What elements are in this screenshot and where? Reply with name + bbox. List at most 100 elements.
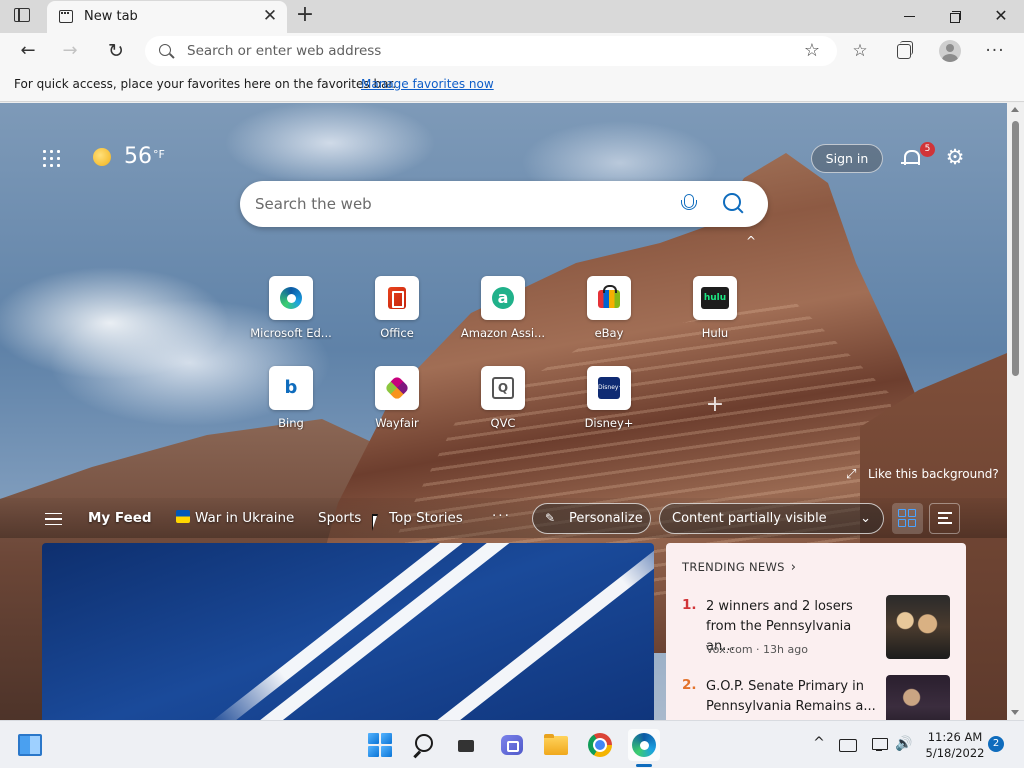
sunny-weather-icon[interactable] [93, 148, 111, 166]
web-search-box[interactable] [240, 181, 768, 227]
tab-top-stories[interactable]: Top Stories [389, 510, 463, 526]
quick-link-amazon-assistant[interactable]: a Amazon Assi... [458, 276, 548, 346]
keyboard-icon[interactable] [837, 735, 857, 753]
quick-link-disney-plus[interactable]: Disney+ Disney+ [564, 366, 654, 436]
show-hidden-icons-chevron-icon[interactable]: ^ [811, 735, 827, 751]
file-explorer-icon[interactable] [540, 729, 572, 761]
add-quick-link-icon[interactable]: + [703, 393, 727, 417]
search-submit-icon[interactable] [722, 192, 746, 216]
manage-favorites-link[interactable]: Manage favorites now [361, 77, 494, 91]
restore-button[interactable] [932, 0, 978, 32]
network-icon[interactable] [870, 735, 890, 753]
personalize-button[interactable]: ✎ Personalize [532, 503, 651, 534]
quick-link-tile [587, 276, 631, 320]
quick-link-label: Bing [278, 416, 304, 430]
quick-link-label: eBay [594, 326, 624, 340]
title-bar: New tab ✕ + ✕ [0, 0, 1024, 33]
new-tab-button[interactable]: + [292, 4, 318, 28]
trending-news-item[interactable]: 1. 2 winners and 2 losers from the Penns… [682, 595, 966, 677]
system-clock[interactable]: 11:26 AM 5/18/2022 [920, 729, 990, 761]
trending-news-item[interactable]: 2. G.O.P. Senate Primary in Pennsylvania… [682, 675, 966, 720]
sign-in-button[interactable]: Sign in [811, 144, 883, 173]
collections-icon[interactable] [890, 37, 918, 65]
scrollbar-thumb[interactable] [1012, 121, 1019, 376]
tab-label: War in Ukraine [195, 510, 295, 526]
tab-new-tab[interactable]: New tab ✕ [47, 1, 287, 33]
grid-layout-icon[interactable] [892, 503, 923, 534]
qvc-icon: Q [492, 377, 514, 399]
quick-link-microsoft-edge[interactable]: Microsoft Ed... [246, 276, 336, 346]
ebay-icon [598, 285, 620, 308]
page-scrollbar[interactable] [1007, 103, 1024, 720]
widgets-icon[interactable] [18, 734, 42, 756]
forward-button[interactable]: → [56, 37, 84, 65]
content-visibility-dropdown[interactable]: Content partially visible ⌄ [659, 503, 884, 534]
close-window-button[interactable]: ✕ [978, 0, 1024, 32]
trend-rank: 1. [682, 597, 697, 613]
navigation-bar: ← → ↻ ☆ ☆ ··· [0, 33, 1024, 69]
trending-news-card: TRENDING NEWS › 1. 2 winners and 2 losers… [666, 543, 966, 720]
quick-link-hulu[interactable]: hulu Hulu [670, 276, 760, 346]
menu-hamburger-icon[interactable] [45, 513, 62, 525]
edge-taskbar-icon[interactable] [628, 729, 660, 761]
task-view-icon[interactable] [452, 729, 484, 761]
quick-link-office[interactable]: Office [352, 276, 442, 346]
start-windows-icon[interactable] [364, 729, 396, 761]
quick-link-qvc[interactable]: Q QVC [458, 366, 548, 436]
tab-my-feed[interactable]: My Feed [88, 510, 152, 526]
new-tab-favicon-icon [59, 10, 73, 23]
more-tabs-button[interactable]: ··· [492, 508, 511, 524]
trending-news-heading[interactable]: TRENDING NEWS › [682, 560, 796, 575]
taskbar-search-icon[interactable] [408, 729, 440, 761]
personalize-label: Personalize [569, 511, 643, 526]
avatar [939, 40, 961, 62]
quick-link-bing[interactable]: b Bing [246, 366, 336, 436]
clock-time: 11:26 AM [927, 730, 983, 744]
edge-icon [280, 287, 302, 309]
app-launcher-icon[interactable] [43, 150, 61, 168]
quick-link-ebay[interactable]: eBay [564, 276, 654, 346]
favorites-icon[interactable]: ☆ [846, 37, 874, 65]
tab-close-icon[interactable]: ✕ [261, 7, 279, 25]
quick-link-wayfair[interactable]: Wayfair [352, 366, 442, 436]
list-layout-icon[interactable] [929, 503, 960, 534]
tab-sports[interactable]: Sports [318, 510, 361, 526]
minimize-button[interactable] [886, 0, 932, 32]
teams-chat-icon[interactable] [496, 729, 528, 761]
quick-link-label: Amazon Assi... [460, 326, 546, 340]
scroll-up-arrow-icon[interactable] [1011, 107, 1019, 112]
pencil-icon: ✎ [545, 511, 556, 525]
notifications-bell-icon[interactable] [900, 147, 922, 169]
expand-icon: ⤢ [846, 467, 857, 482]
chevron-right-icon: › [790, 560, 797, 575]
tab-actions-icon[interactable] [14, 8, 30, 22]
notification-center-badge[interactable]: 2 [988, 736, 1004, 752]
new-tab-page: 56 °F Sign in 5 ⚙ ^ Microsoft Ed... Offi… [0, 103, 1007, 720]
address-input[interactable] [187, 36, 747, 66]
scroll-down-arrow-icon[interactable] [1011, 710, 1019, 715]
web-search-input[interactable] [255, 181, 655, 227]
quick-link-label: Hulu [701, 326, 729, 340]
quick-link-tile [375, 366, 419, 410]
add-favorite-icon[interactable]: ☆ [801, 40, 823, 62]
like-background-button[interactable]: ⤢ Like this background? [846, 467, 999, 482]
wayfair-icon [384, 375, 410, 401]
weather-temperature[interactable]: 56 [124, 144, 152, 169]
profile-button[interactable] [936, 37, 964, 65]
weather-unit: °F [153, 148, 165, 161]
chrome-icon[interactable] [584, 729, 616, 761]
page-settings-gear-icon[interactable]: ⚙ [944, 146, 966, 168]
volume-icon[interactable]: 🔊 [894, 735, 914, 753]
amazon-icon: a [492, 287, 514, 309]
trend-source: Vox.com · 13h ago [706, 643, 808, 656]
tab-war-in-ukraine[interactable]: War in Ukraine [176, 510, 294, 526]
collapse-chevron-icon[interactable]: ^ [743, 235, 759, 247]
microphone-icon[interactable] [680, 193, 697, 215]
feed-hero-card[interactable] [42, 543, 654, 720]
office-icon [388, 287, 406, 309]
back-button[interactable]: ← [14, 37, 42, 65]
clock-date: 5/18/2022 [925, 746, 985, 760]
settings-and-more-button[interactable]: ··· [981, 37, 1009, 65]
address-bar[interactable]: ☆ [145, 36, 837, 66]
refresh-button[interactable]: ↻ [102, 37, 130, 65]
